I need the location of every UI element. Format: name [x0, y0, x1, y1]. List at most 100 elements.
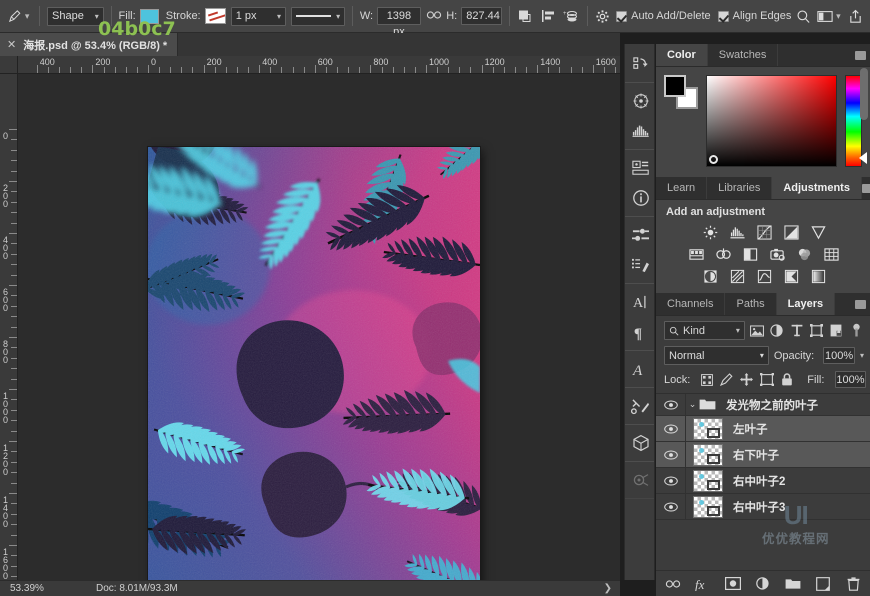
- layer-thumbnail[interactable]: [693, 444, 723, 466]
- path-alignment-icon[interactable]: [540, 5, 556, 27]
- hue-saturation-icon[interactable]: [688, 246, 705, 263]
- layer-row[interactable]: 右中叶子2: [656, 468, 870, 494]
- selective-color-icon[interactable]: [810, 268, 827, 285]
- tab-adjustments[interactable]: Adjustments: [772, 177, 862, 199]
- fill-input[interactable]: 100%: [835, 371, 865, 388]
- color-balance-icon[interactable]: [715, 246, 732, 263]
- link-layers-icon[interactable]: [665, 576, 681, 592]
- posterize-icon[interactable]: [729, 268, 746, 285]
- brush-settings-icon[interactable]: [625, 220, 656, 250]
- shape-mode-select[interactable]: Shape ▾: [47, 7, 104, 26]
- saturation-value-field[interactable]: [706, 75, 837, 167]
- photo-filter-icon[interactable]: [769, 246, 786, 263]
- horizontal-ruler[interactable]: 400200020040060080010001200140016001800: [18, 56, 620, 74]
- layer-row[interactable]: 左叶子: [656, 416, 870, 442]
- delete-layer-icon[interactable]: [845, 576, 861, 592]
- shape-filter-icon[interactable]: [808, 322, 824, 340]
- link-dimensions-icon[interactable]: [426, 10, 442, 23]
- invert-icon[interactable]: [702, 268, 719, 285]
- layer-row[interactable]: 右中叶子3: [656, 494, 870, 520]
- tool-preset-chevron-icon[interactable]: ▾: [22, 11, 32, 22]
- layer-comps-icon[interactable]: [625, 153, 656, 183]
- close-icon[interactable]: ✕: [7, 38, 16, 51]
- chevron-down-icon[interactable]: ⌄: [686, 399, 699, 410]
- color-lookup-icon[interactable]: [823, 246, 840, 263]
- filter-kind-select[interactable]: Kind ▾: [664, 321, 745, 340]
- document-info[interactable]: Doc: 8.01M/93.3M: [74, 583, 604, 594]
- tab-color[interactable]: Color: [656, 44, 708, 66]
- timeline-icon[interactable]: [625, 465, 656, 495]
- hue-slider-thumb[interactable]: [859, 152, 867, 164]
- history-icon[interactable]: [625, 49, 656, 79]
- layer-thumbnail[interactable]: [693, 470, 723, 492]
- tab-channels[interactable]: Channels: [656, 293, 725, 315]
- tab-layers[interactable]: Layers: [777, 293, 835, 315]
- layer-visibility-toggle[interactable]: [656, 416, 686, 441]
- new-adjustment-layer-icon[interactable]: [755, 576, 771, 592]
- width-input[interactable]: 1398 px: [377, 7, 421, 25]
- chevron-right-icon[interactable]: ❯: [604, 583, 620, 594]
- panel-menu-icon[interactable]: [850, 44, 870, 66]
- artboard[interactable]: [148, 147, 480, 580]
- tab-paths[interactable]: Paths: [725, 293, 776, 315]
- align-edges-checkbox[interactable]: Align Edges: [718, 10, 796, 22]
- layer-visibility-toggle[interactable]: [656, 442, 686, 467]
- blend-mode-select[interactable]: Normal ▾: [664, 346, 769, 365]
- new-layer-icon[interactable]: [815, 576, 831, 592]
- layer-group-row[interactable]: ⌄发光物之前的叶子: [656, 394, 870, 416]
- smart-object-filter-icon[interactable]: [828, 322, 844, 340]
- height-input[interactable]: 827.44 p: [461, 7, 502, 25]
- lock-image-pixels-icon[interactable]: [720, 372, 733, 387]
- foreground-background-swatches[interactable]: [664, 75, 698, 109]
- curves-icon[interactable]: [756, 224, 773, 241]
- layer-style-fx-icon[interactable]: fx: [695, 576, 711, 592]
- foreground-color-swatch[interactable]: [664, 75, 686, 97]
- layer-visibility-toggle[interactable]: [656, 394, 686, 415]
- vibrance-icon[interactable]: [810, 224, 827, 241]
- search-icon[interactable]: [795, 5, 811, 27]
- navigator-icon[interactable]: [625, 86, 656, 116]
- lock-all-icon[interactable]: [781, 372, 793, 387]
- pixel-filter-icon[interactable]: [749, 322, 765, 340]
- share-icon[interactable]: [848, 5, 864, 27]
- character-icon[interactable]: A: [625, 287, 656, 317]
- layer-thumbnail[interactable]: [693, 418, 723, 440]
- layer-row[interactable]: 右下叶子: [656, 442, 870, 468]
- opacity-stepper-icon[interactable]: ▾: [860, 351, 864, 360]
- brushes-icon[interactable]: [625, 250, 656, 280]
- filter-toggle-icon[interactable]: [848, 322, 864, 340]
- vertical-ruler[interactable]: 0200400600800100012001400160018002000: [0, 74, 18, 580]
- pen-tool-icon[interactable]: [6, 5, 22, 27]
- chevron-down-icon[interactable]: ▾: [833, 11, 843, 22]
- exposure-icon[interactable]: [783, 224, 800, 241]
- layers-scrollbar-thumb[interactable]: [860, 68, 868, 120]
- gradient-map-icon[interactable]: [783, 268, 800, 285]
- workspace-switcher-icon[interactable]: [817, 5, 833, 27]
- threshold-icon[interactable]: [756, 268, 773, 285]
- layer-visibility-toggle[interactable]: [656, 468, 686, 493]
- panel-menu-icon[interactable]: [862, 177, 870, 199]
- brightness-contrast-icon[interactable]: [702, 224, 719, 241]
- levels-icon[interactable]: [729, 224, 746, 241]
- black-white-icon[interactable]: [742, 246, 759, 263]
- histogram-icon[interactable]: [625, 116, 656, 146]
- zoom-level[interactable]: 53.39%: [0, 583, 74, 594]
- path-operations-icon[interactable]: [517, 5, 533, 27]
- canvas-viewport[interactable]: [18, 74, 620, 580]
- glyphs-icon[interactable]: A: [625, 354, 656, 384]
- info-icon[interactable]: [625, 183, 656, 213]
- lock-position-icon[interactable]: [740, 372, 753, 387]
- color-picker-cursor[interactable]: [709, 155, 718, 164]
- tab-swatches[interactable]: Swatches: [708, 44, 779, 66]
- tab-learn[interactable]: Learn: [656, 177, 707, 199]
- lock-artboard-icon[interactable]: [760, 372, 774, 387]
- type-filter-icon[interactable]: [789, 322, 805, 340]
- lock-transparent-pixels-icon[interactable]: [701, 372, 713, 387]
- auto-add-delete-checkbox[interactable]: Auto Add/Delete: [616, 10, 715, 22]
- new-group-icon[interactable]: [785, 576, 801, 592]
- layer-thumbnail[interactable]: [693, 496, 723, 518]
- ruler-corner[interactable]: [0, 56, 18, 74]
- gear-icon[interactable]: [594, 5, 610, 27]
- opacity-input[interactable]: 100%: [823, 347, 855, 364]
- path-arrangement-icon[interactable]: +: [563, 5, 579, 27]
